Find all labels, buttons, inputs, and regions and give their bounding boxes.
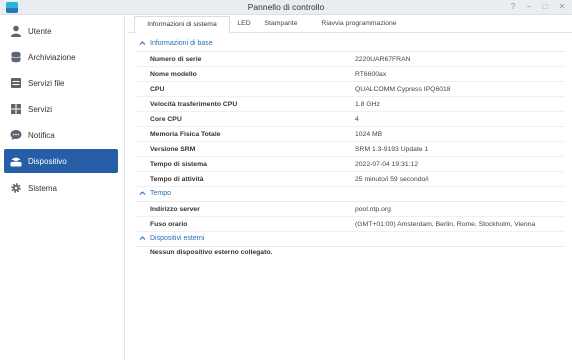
- tab-riavvia-programmazione[interactable]: Riavvia programmazione: [314, 16, 404, 33]
- info-value: 25 minuto/i 59 secondo/i: [355, 176, 429, 183]
- sidebar-item-archiviazione[interactable]: Archiviazione: [4, 45, 118, 69]
- minimize-button[interactable]: –: [524, 2, 534, 12]
- info-value: QUALCOMM Cypress IPQ6018: [355, 86, 451, 93]
- info-row: Fuso orario (GMT+01:00) Amsterdam, Berlin…: [135, 217, 565, 232]
- chevron-up-icon: [139, 191, 146, 195]
- sidebar-item-label: Sistema: [28, 183, 57, 193]
- tab-bar: Informazioni di sistema LED Stampante Ri…: [128, 16, 572, 34]
- info-value: SRM 1.3-9193 Update 1: [355, 146, 429, 153]
- sidebar-item-label: Dispositivo: [28, 156, 67, 166]
- info-row: Indirizzo server pool.ntp.org: [135, 202, 565, 217]
- info-value: pool.ntp.org: [355, 206, 391, 213]
- info-label: Tempo di sistema: [150, 161, 207, 168]
- info-label: Indirizzo server: [150, 206, 200, 213]
- sidebar-item-label: Servizi: [28, 104, 53, 114]
- sidebar-item-label: Utente: [28, 26, 52, 36]
- sidebar-item-notifica[interactable]: Notifica: [4, 123, 118, 147]
- info-label: Fuso orario: [150, 221, 188, 228]
- tab-informazioni-di-sistema[interactable]: Informazioni di sistema: [134, 16, 230, 34]
- user-icon: [10, 25, 22, 37]
- close-button[interactable]: ✕: [557, 2, 567, 12]
- tab-led[interactable]: LED: [234, 16, 254, 33]
- info-label: Tempo di attività: [150, 176, 204, 183]
- info-row: Core CPU 4: [135, 112, 565, 127]
- title-bar: Pannello di controllo ? – □ ✕: [0, 0, 572, 15]
- info-value: 2022-07-04 19:31:12: [355, 161, 419, 168]
- sidebar-item-label: Archiviazione: [28, 52, 76, 62]
- info-label: Nome modello: [150, 71, 197, 78]
- info-row: Nome modello RT6600ax: [135, 67, 565, 82]
- notification-icon: [10, 129, 22, 141]
- section-title: Dispositivi esterni: [150, 235, 205, 242]
- section-header-external-devices[interactable]: Dispositivi esterni: [135, 232, 565, 247]
- sidebar-item-sistema[interactable]: Sistema: [4, 176, 118, 200]
- gear-icon: [10, 182, 22, 194]
- sidebar-item-label: Servizi file: [28, 78, 65, 88]
- no-external-devices-message: Nessun dispositivo esterno collegato.: [150, 249, 273, 256]
- sidebar: Utente Archiviazione Servizi file Serviz…: [0, 16, 125, 360]
- info-row: Numero di serie 2220UAR67FRAN: [135, 52, 565, 67]
- sidebar-item-dispositivo[interactable]: Dispositivo: [4, 149, 118, 173]
- info-value: 2220UAR67FRAN: [355, 56, 411, 63]
- chevron-up-icon: [139, 41, 146, 45]
- maximize-button[interactable]: □: [540, 2, 550, 12]
- sidebar-item-servizi-file[interactable]: Servizi file: [4, 71, 118, 95]
- info-value: RT6600ax: [355, 71, 387, 78]
- section-title: Informazioni di base: [150, 40, 213, 47]
- router-icon: [10, 155, 22, 167]
- file-services-icon: [10, 77, 22, 89]
- tab-stampante[interactable]: Stampante: [262, 16, 300, 33]
- info-value: 1.8 GHz: [355, 101, 380, 108]
- help-button[interactable]: ?: [508, 2, 518, 12]
- section-title: Tempo: [150, 190, 172, 197]
- sidebar-item-label: Notifica: [28, 130, 55, 140]
- info-value: (GMT+01:00) Amsterdam, Berlin, Rome, Sto…: [355, 221, 536, 228]
- info-label: Core CPU: [150, 116, 182, 123]
- info-row: Tempo di sistema 2022-07-04 19:31:12: [135, 157, 565, 172]
- chevron-up-icon: [139, 236, 146, 240]
- sidebar-item-servizi[interactable]: Servizi: [4, 97, 118, 121]
- info-label: Numero di serie: [150, 56, 202, 63]
- info-value: 1024 MB: [355, 131, 383, 138]
- section-header-tempo[interactable]: Tempo: [135, 187, 565, 202]
- storage-icon: [10, 51, 22, 63]
- info-row: CPU QUALCOMM Cypress IPQ6018: [135, 82, 565, 97]
- info-label: Memoria Fisica Totale: [150, 131, 221, 138]
- info-value: 4: [355, 116, 359, 123]
- section-header-base[interactable]: Informazioni di base: [135, 37, 565, 52]
- info-label: Versione SRM: [150, 146, 196, 153]
- info-row: Tempo di attività 25 minuto/i 59 secondo/…: [135, 172, 565, 187]
- info-row: Versione SRM SRM 1.3-9193 Update 1: [135, 142, 565, 157]
- info-row: Velocità trasferimento CPU 1.8 GHz: [135, 97, 565, 112]
- info-row: Memoria Fisica Totale 1024 MB: [135, 127, 565, 142]
- info-label: Velocità trasferimento CPU: [150, 101, 238, 108]
- window-title: Pannello di controllo: [247, 2, 325, 12]
- sidebar-item-utente[interactable]: Utente: [4, 19, 118, 43]
- services-icon: [10, 103, 22, 115]
- info-label: CPU: [150, 86, 165, 93]
